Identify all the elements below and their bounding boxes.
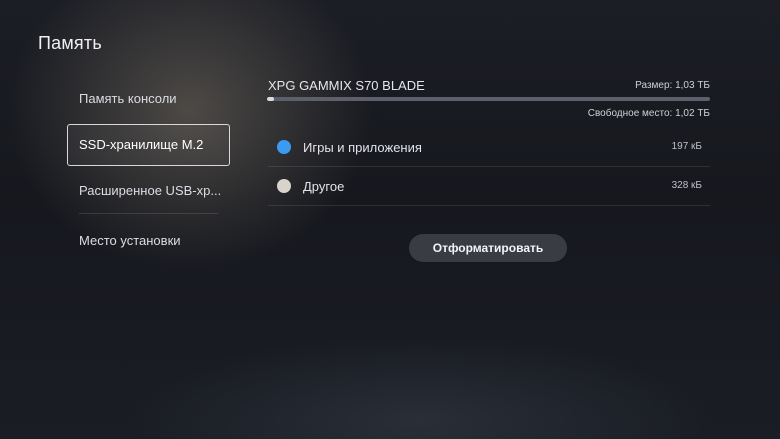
drive-free-space: Свободное место: 1,02 ТБ: [587, 108, 710, 119]
sidebar-item-m2-ssd[interactable]: SSD-хранилище M.2: [67, 124, 230, 166]
category-size: 328 кБ: [671, 180, 702, 191]
other-color-dot-icon: [277, 179, 291, 193]
storage-usage-bar: [267, 97, 710, 101]
sidebar-item-console-storage[interactable]: Память консоли: [67, 78, 230, 120]
category-label: Другое: [303, 179, 345, 194]
sidebar-divider: [79, 213, 218, 214]
category-row-other[interactable]: Другое 328 кБ: [268, 168, 710, 206]
sidebar-item-install-location[interactable]: Место установки: [67, 220, 230, 262]
page-title: Память: [38, 33, 102, 53]
sidebar-item-usb-extended[interactable]: Расширенное USB-хр...: [67, 170, 230, 212]
category-size: 197 кБ: [671, 141, 702, 152]
storage-usage-bar-fill: [267, 97, 274, 101]
format-button[interactable]: Отформатировать: [409, 234, 567, 262]
category-label: Игры и приложения: [303, 140, 422, 155]
games-apps-color-dot-icon: [277, 140, 291, 154]
drive-size: Размер: 1,03 ТБ: [635, 80, 710, 91]
category-row-games-apps[interactable]: Игры и приложения 197 кБ: [268, 129, 710, 167]
drive-name: XPG GAMMIX S70 BLADE: [268, 78, 425, 93]
sidebar: Память консоли SSD-хранилище M.2 Расшире…: [67, 78, 230, 262]
